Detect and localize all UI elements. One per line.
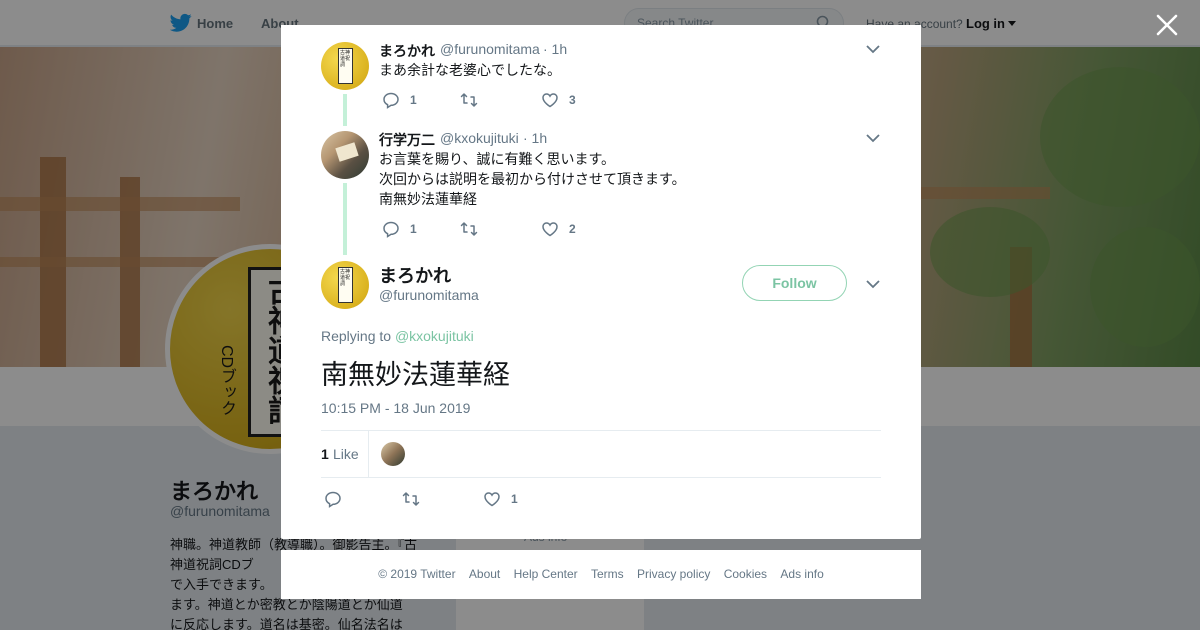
reply-action[interactable]: 1 [382,220,417,238]
footer-link-help-center[interactable]: Help Center [514,567,578,581]
footer-link-terms[interactable]: Terms [591,567,624,581]
footer-link-cookies[interactable]: Cookies [724,567,767,581]
chevron-down-icon[interactable] [866,44,880,54]
retweet-action[interactable] [460,220,488,238]
like-action[interactable]: 3 [541,91,576,109]
replying-to-label: Replying to [321,328,392,344]
reply-action[interactable]: 1 [382,91,417,109]
chevron-down-icon[interactable] [866,279,880,289]
tweet-text: まあ余計な老婆心でしたな。 [379,62,561,78]
tweet-avatar[interactable] [321,131,369,179]
thread-connector-line [343,94,347,126]
main-tweet-author-handle[interactable]: @furunomitama [379,287,479,303]
tweet-author-handle[interactable]: @furunomitama [440,41,540,57]
retweet-icon [460,222,478,236]
close-icon[interactable] [1154,12,1180,38]
heart-icon [542,93,558,108]
reply-count: 1 [410,93,417,107]
like-count: 2 [569,222,576,236]
heart-icon [484,492,500,507]
footer-link-privacy-policy[interactable]: Privacy policy [637,567,710,581]
footer-copyright: © 2019 Twitter [378,567,456,581]
retweet-icon [460,93,478,107]
stats-divider [368,431,369,477]
tweet-stats: 1 Like [321,430,881,478]
tweet-time[interactable]: · 1h [543,41,567,57]
footer-link-about[interactable]: About [469,567,500,581]
footer-link-ads-info[interactable]: Ads info [780,567,823,581]
reply-icon [325,491,341,508]
reply-icon [383,92,399,109]
replying-to: Replying to @kxokujituki [321,328,474,344]
thread-connector-line [343,183,347,255]
follow-button[interactable]: Follow [742,265,847,301]
retweet-icon [402,492,420,506]
tweet-avatar[interactable]: 古神道祝詞 [321,42,369,90]
main-tweet-timestamp[interactable]: 10:15 PM - 18 Jun 2019 [321,400,470,416]
tweet-author-handle[interactable]: @kxokujituki [440,130,519,146]
tweet-text: お言葉を賜り、誠に有難く思います。 次回からは説明を最初から付けさせて頂きます。… [379,151,686,207]
likes-count[interactable]: 1 [321,446,329,462]
liker-avatar[interactable] [381,442,405,466]
chevron-down-icon[interactable] [866,133,880,143]
tweet-author-name[interactable]: 行学万二 [379,130,435,150]
retweet-action[interactable] [402,490,430,508]
likes-label[interactable]: Like [333,446,359,462]
retweet-action[interactable] [460,91,488,109]
modal-footer: © 2019 Twitter About Help Center Terms P… [281,550,921,599]
reply-icon [383,221,399,238]
main-tweet-text: 南無妙法蓮華経 [321,360,510,391]
reply-action[interactable] [324,490,352,508]
heart-icon [542,222,558,237]
like-count: 1 [511,492,518,506]
tweet-time[interactable]: · 1h [523,130,547,146]
main-tweet-avatar[interactable]: 古神道祝詞 [321,261,369,309]
main-tweet-author-name[interactable]: まろかれ [379,262,451,288]
like-count: 3 [569,93,576,107]
reply-count: 1 [410,222,417,236]
tweet-modal: 古神道祝詞 まろかれ @furunomitama · 1h まあ余計な老婆心でし… [281,25,921,539]
like-action[interactable]: 1 [483,490,518,508]
replying-to-link[interactable]: @kxokujituki [395,328,474,344]
like-action[interactable]: 2 [541,220,576,238]
tweet-author-name[interactable]: まろかれ [379,41,435,61]
